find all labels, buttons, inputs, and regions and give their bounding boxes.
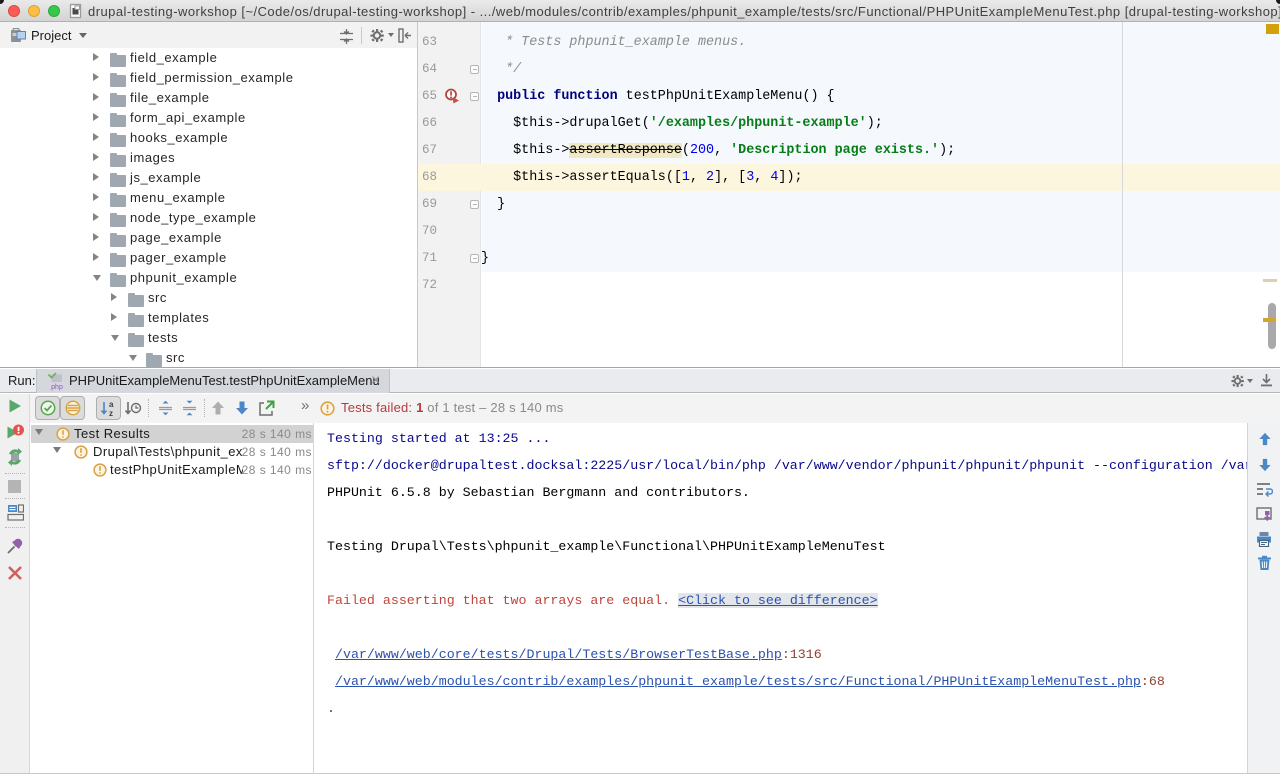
svg-text:z: z bbox=[109, 409, 113, 417]
svg-text:php: php bbox=[51, 384, 63, 391]
svg-text:a: a bbox=[109, 400, 114, 409]
